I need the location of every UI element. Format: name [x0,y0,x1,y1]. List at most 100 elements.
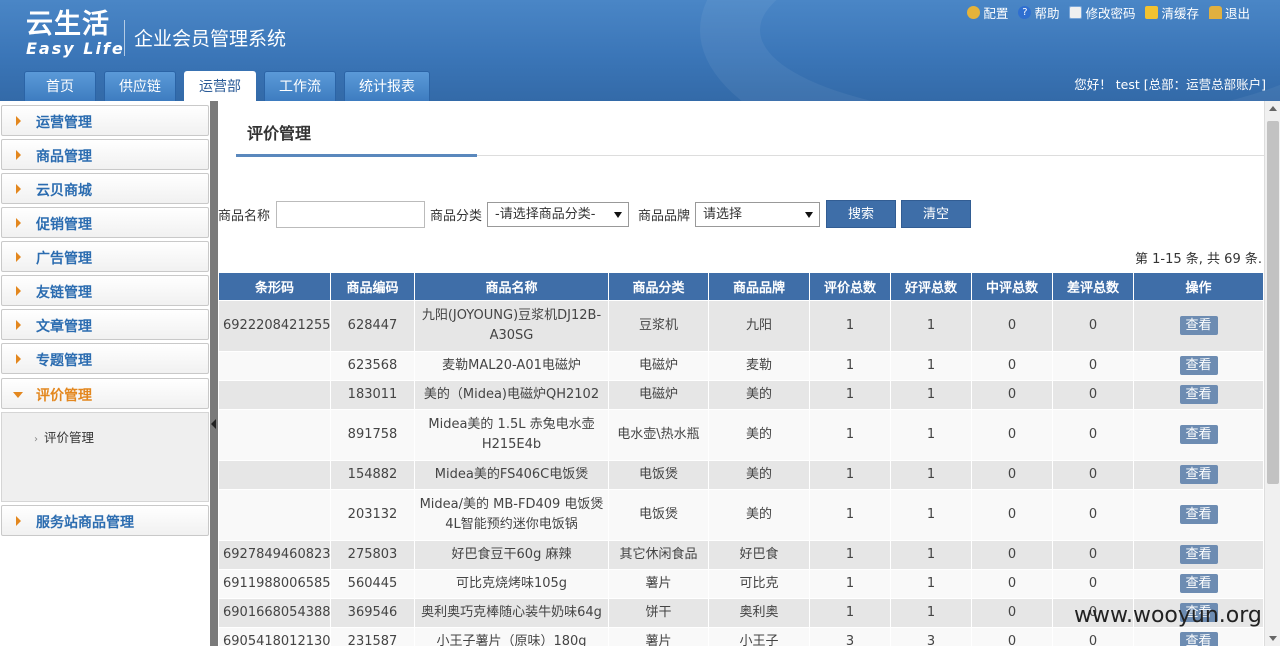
cell-name: Midea美的FS406C电饭煲 [414,460,609,490]
view-button[interactable]: 查看 [1179,632,1218,646]
view-button[interactable]: 查看 [1179,425,1218,444]
cell-name: 小王子薯片（原味）180g [414,627,609,646]
cell-good: 1 [890,489,972,541]
cell-bad: 0 [1052,380,1134,410]
view-button[interactable]: 查看 [1179,574,1218,593]
logout-label: 退出 [1224,6,1250,21]
collapse-arrow-icon[interactable] [211,419,216,429]
scroll-up-icon[interactable] [1269,106,1277,111]
cell-total: 1 [809,540,891,570]
sidebar-item-links[interactable]: 友链管理 [1,275,209,306]
sidebar-item-station-products[interactable]: 服务站商品管理 [1,505,209,536]
cell-mid: 0 [971,489,1053,541]
password-icon [1069,6,1083,19]
cell-mid: 0 [971,540,1053,570]
view-button[interactable]: 查看 [1179,545,1218,564]
cell-code: 203132 [330,489,415,541]
cell-total: 1 [809,569,891,599]
cell-total: 1 [809,300,891,352]
cell-barcode: 6911988006585 [218,569,331,599]
column-header[interactable]: 好评总数 [890,272,972,301]
category-select[interactable]: -请选择商品分类- [487,201,630,227]
table-header-row: 条形码 商品编码 商品名称 商品分类 商品品牌 评价总数 好评总数 中评总数 差… [218,272,1264,301]
logout-link[interactable]: 退出 [1208,3,1250,22]
cell-mid: 0 [971,598,1053,628]
app-header: 云生活 Easy Life 企业会员管理系统 配置 ? 帮助 修改密码 清缓存 … [0,0,1280,101]
column-header[interactable]: 条形码 [218,272,331,301]
cell-category: 饼干 [608,598,709,628]
cell-action: 查看 [1133,460,1264,490]
tab-operations[interactable]: 运营部 [184,71,256,101]
clear-button[interactable]: 清空 [901,200,972,228]
sidebar-item-products[interactable]: 商品管理 [1,139,209,170]
main-content: 评价管理 商品名称 商品分类 -请选择商品分类- 商品品牌 请选择 搜索 清空 … [218,101,1264,646]
logo-divider [124,20,125,56]
logout-icon [1208,6,1222,19]
help-link[interactable]: ? 帮助 [1018,3,1059,22]
change-password-link[interactable]: 修改密码 [1069,3,1135,22]
table-row: 6922208421255 628447 九阳(JOYOUNG)豆浆机DJ12B-A… [218,300,1264,352]
dropdown-caret-icon [614,211,623,218]
cell-category: 其它休闲食品 [608,540,709,570]
sidebar-item-ads[interactable]: 广告管理 [1,241,209,272]
tab-home[interactable]: 首页 [24,71,96,101]
tab-reports[interactable]: 统计报表 [344,71,430,101]
search-button[interactable]: 搜索 [826,200,897,228]
cell-barcode: 6901668054388 [218,598,331,628]
sidebar-item-label: 促销管理 [36,217,92,233]
sidebar-item-operations[interactable]: 运营管理 [1,105,209,136]
sidebar-item-reviews[interactable]: 评价管理 [1,378,209,409]
change-password-label: 修改密码 [1085,6,1136,21]
column-header[interactable]: 商品名称 [414,272,609,301]
logo-chinese: 云生活 [26,9,110,40]
sidebar-item-topics[interactable]: 专题管理 [1,343,209,374]
view-button[interactable]: 查看 [1179,356,1218,375]
column-header[interactable]: 商品分类 [608,272,709,301]
view-button[interactable]: 查看 [1179,316,1218,335]
brand-select[interactable]: 请选择 [695,201,821,227]
tab-workflow[interactable]: 工作流 [264,71,336,101]
table-body: 6922208421255 628447 九阳(JOYOUNG)豆浆机DJ12B-A… [218,300,1264,646]
sidebar-item-articles[interactable]: 文章管理 [1,309,209,340]
product-name-input[interactable] [276,200,426,228]
cell-bad: 0 [1052,409,1134,461]
cell-barcode [218,489,331,541]
arrow-right-icon [16,218,21,228]
arrow-right-icon [16,116,21,126]
tab-supply-chain[interactable]: 供应链 [104,71,176,101]
view-button[interactable]: 查看 [1179,505,1218,524]
arrow-right-icon [16,252,21,262]
column-header[interactable]: 商品品牌 [708,272,810,301]
cell-category: 豆浆机 [608,300,709,352]
column-header[interactable]: 差评总数 [1052,272,1134,301]
cell-total: 1 [809,380,891,410]
config-link[interactable]: 配置 [967,3,1008,22]
cell-mid: 0 [971,569,1053,599]
cell-barcode: 6922208421255 [218,300,331,352]
column-header[interactable]: 评价总数 [809,272,891,301]
vertical-scrollbar[interactable] [1264,101,1280,646]
cell-action: 查看 [1133,569,1264,599]
cell-category: 电磁炉 [608,380,709,410]
view-button[interactable]: 查看 [1179,385,1218,404]
column-header[interactable]: 中评总数 [971,272,1053,301]
sidebar-splitter[interactable] [210,101,218,646]
cell-bad: 0 [1052,569,1134,599]
view-button[interactable]: 查看 [1179,465,1218,484]
sidebar-item-label: 友链管理 [36,285,92,301]
scrollbar-thumb[interactable] [1267,121,1279,484]
cell-good: 1 [890,351,972,381]
cell-bad: 0 [1052,300,1134,352]
cell-brand: 小王子 [708,627,810,646]
cell-action: 查看 [1133,351,1264,381]
reviews-table: 条形码 商品编码 商品名称 商品分类 商品品牌 评价总数 好评总数 中评总数 差… [218,272,1264,646]
sidebar-item-promotions[interactable]: 促销管理 [1,207,209,238]
clear-cache-link[interactable]: 清缓存 [1145,3,1199,22]
column-header[interactable]: 商品编码 [330,272,415,301]
submenu-item-reviews[interactable]: › 评价管理 [34,427,94,446]
scroll-down-icon[interactable] [1269,636,1277,641]
sidebar-item-mall[interactable]: 云贝商城 [1,173,209,204]
cell-bad: 0 [1052,489,1134,541]
cell-action: 查看 [1133,409,1264,461]
cell-bad: 0 [1052,627,1134,646]
